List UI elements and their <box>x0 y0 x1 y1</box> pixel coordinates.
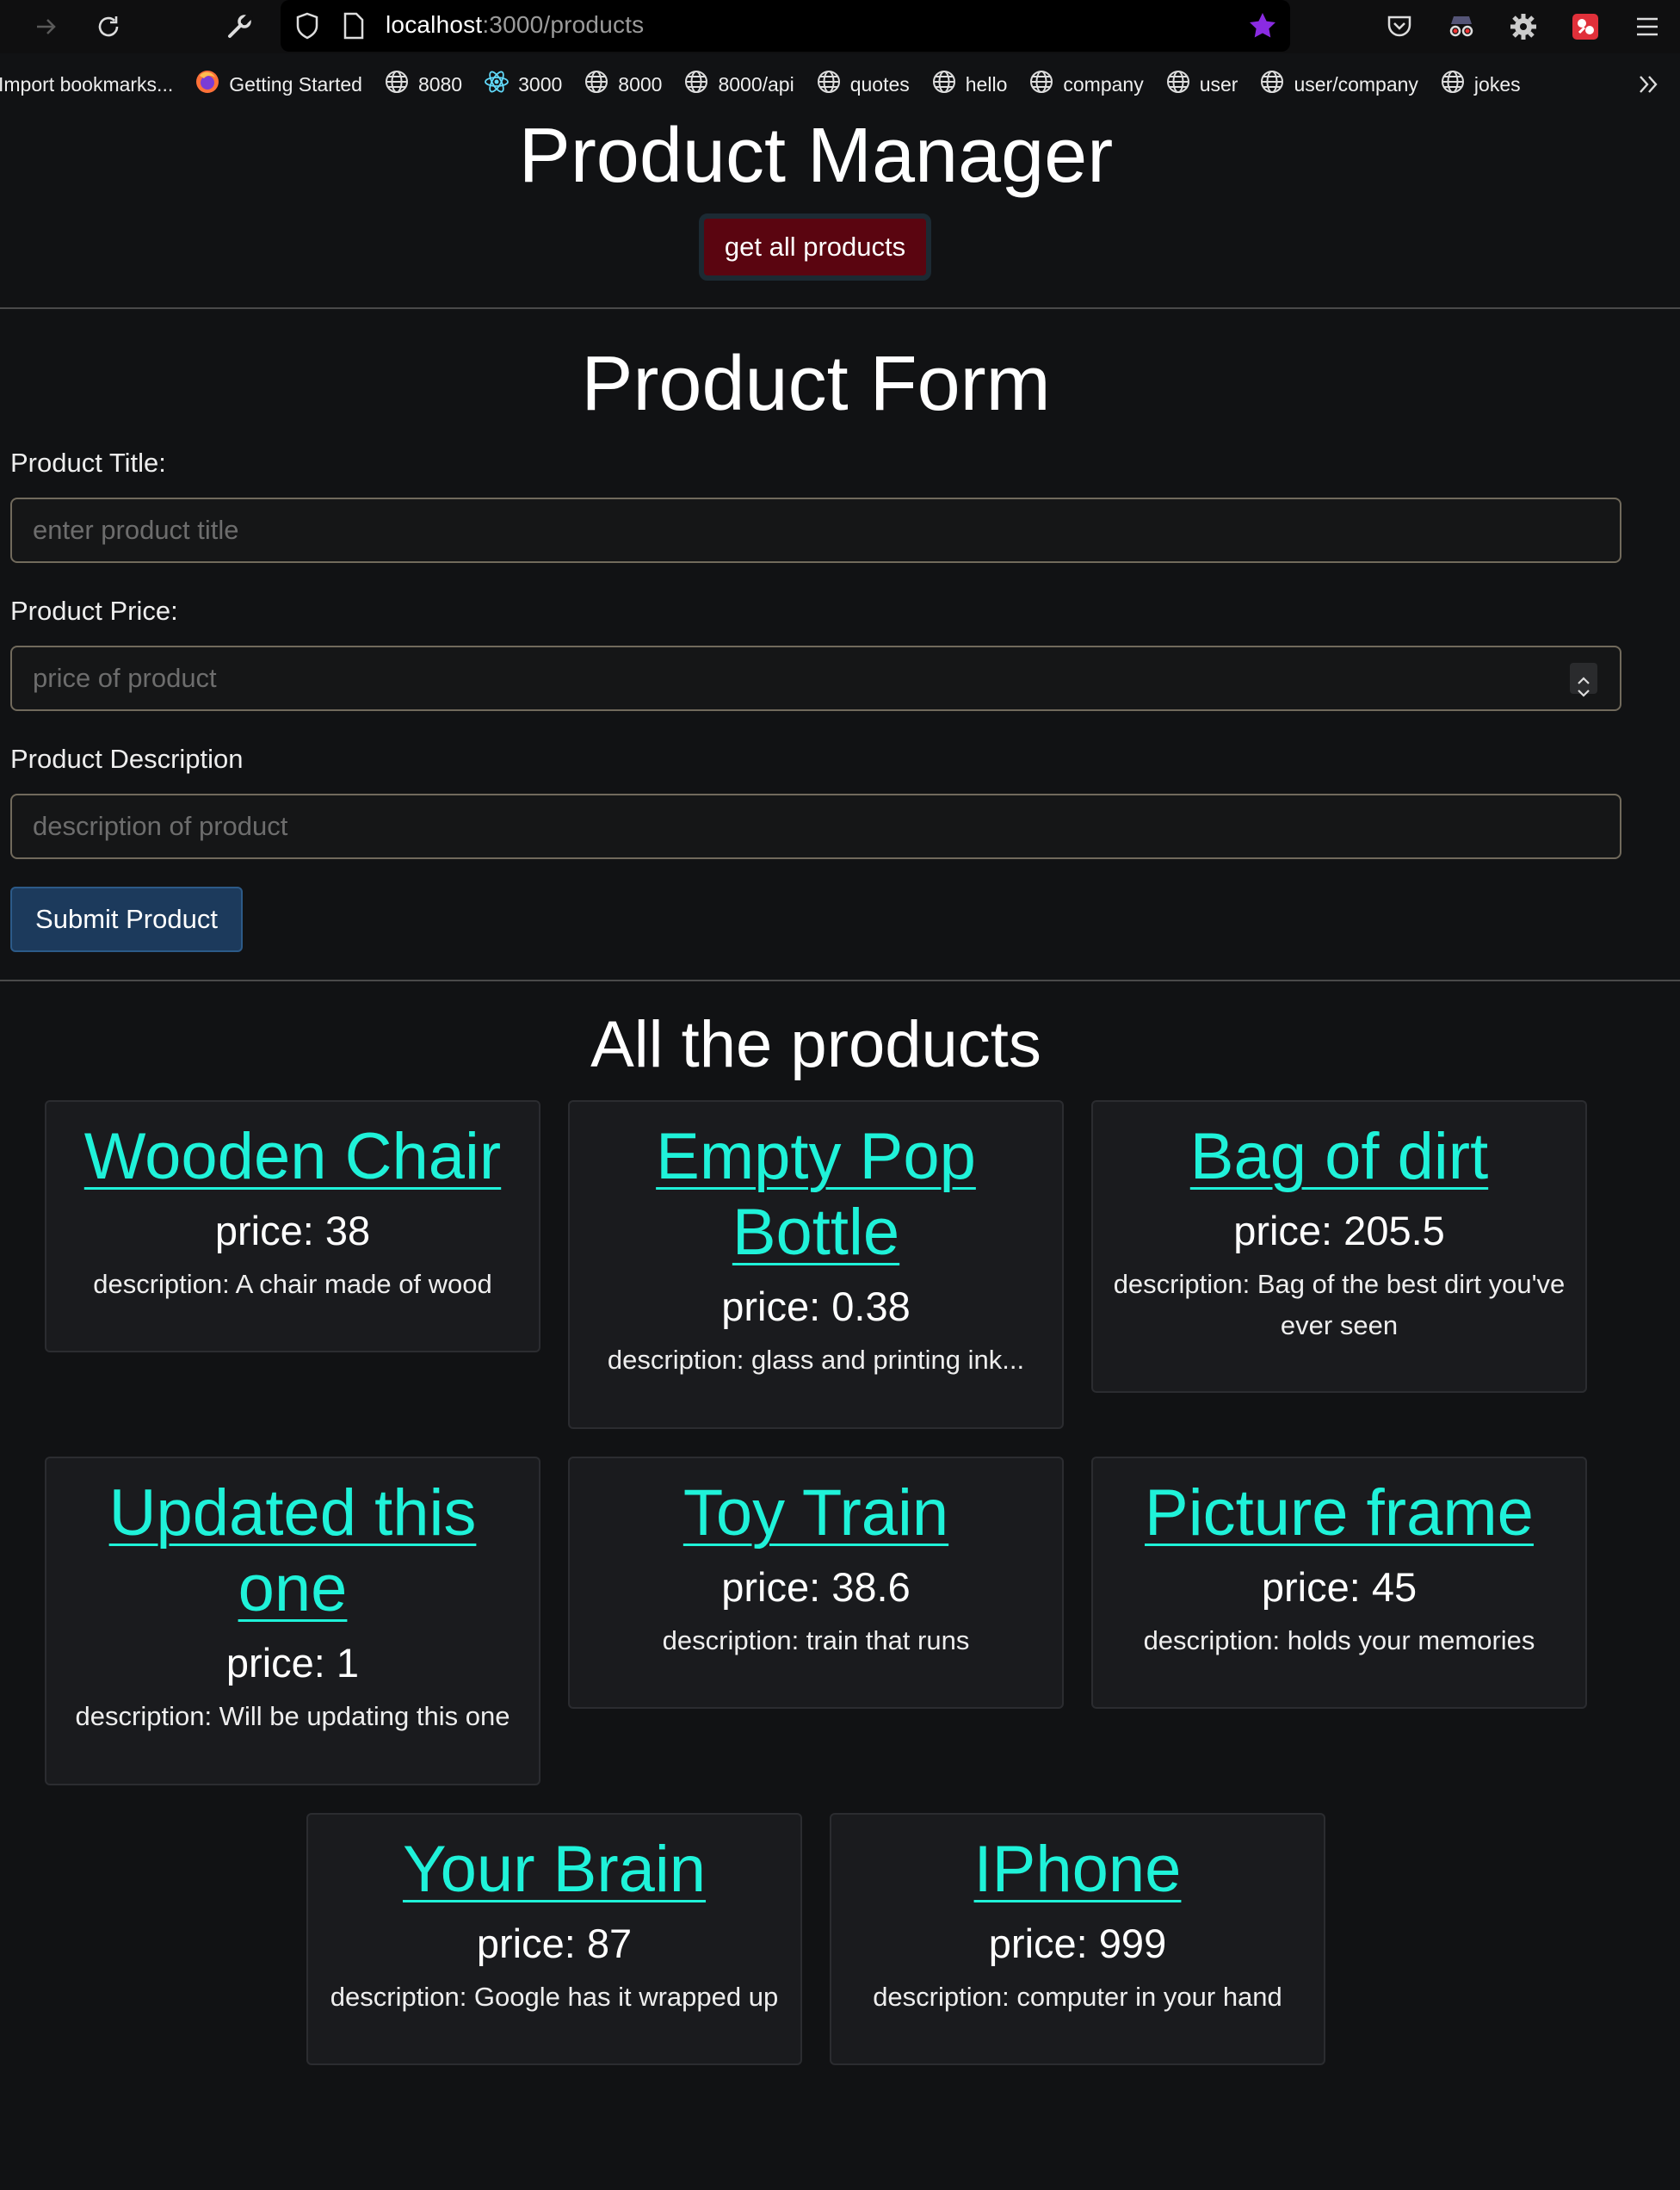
bookmark-label: hello <box>965 72 1008 96</box>
globe-icon <box>816 69 842 100</box>
product-description: description: A chair made of wood <box>93 1269 492 1299</box>
bookmark-label: Import bookmarks... <box>0 72 174 96</box>
forward-icon[interactable] <box>29 9 64 44</box>
product-price-input[interactable]: price of product <box>10 646 1621 711</box>
product-name-link[interactable]: IPhone <box>849 1832 1306 1908</box>
product-description: description: Bag of the best dirt you've… <box>1113 1269 1566 1340</box>
price-placeholder: price of product <box>33 663 217 693</box>
bookmark-hello[interactable]: hello <box>931 69 1008 100</box>
product-name-link[interactable]: Picture frame <box>1110 1475 1568 1551</box>
bookmark-8000-api[interactable]: 8000/api <box>683 69 794 100</box>
wrench-icon[interactable] <box>222 9 256 44</box>
gear-icon[interactable] <box>1506 9 1541 44</box>
divider <box>0 307 1680 309</box>
bookmark-label: 3000 <box>518 72 563 96</box>
product-description: description: glass and printing ink... <box>607 1345 1025 1375</box>
form-title: Product Form <box>581 341 1051 427</box>
divider <box>0 980 1680 981</box>
url-bar[interactable]: localhost:3000/products <box>281 0 1290 52</box>
bookmark-user[interactable]: user <box>1165 69 1238 100</box>
bookmark-label: user/company <box>1294 72 1418 96</box>
product-name-link[interactable]: Bag of dirt <box>1110 1119 1568 1195</box>
product-description: description: computer in your hand <box>873 1982 1282 2012</box>
chevron-overflow-icon[interactable] <box>1637 72 1661 102</box>
globe-icon <box>1259 69 1285 100</box>
product-name-link[interactable]: Empty Pop Bottle <box>587 1119 1045 1271</box>
product-description: description: Will be updating this one <box>75 1701 510 1731</box>
pocket-icon[interactable] <box>1382 9 1417 44</box>
bookmark-label: quotes <box>849 72 910 96</box>
globe-icon <box>1440 69 1466 100</box>
bookmark-getting-started[interactable]: Getting Started <box>195 69 362 100</box>
product-name-link[interactable]: Toy Train <box>587 1475 1045 1551</box>
product-name-link[interactable]: Wooden Chair <box>64 1119 522 1195</box>
bookmark-label: company <box>1063 72 1144 96</box>
browser-toolbar: localhost:3000/products <box>0 0 1680 53</box>
product-name-link[interactable]: Updated this one <box>64 1475 522 1627</box>
react-icon <box>484 69 510 100</box>
globe-icon <box>683 69 709 100</box>
product-card: Updated this one price: 1 description: W… <box>45 1457 540 1785</box>
url-text: localhost:3000/products <box>386 11 645 38</box>
product-price: price: 87 <box>476 1921 633 1966</box>
bookmark-label: user <box>1199 72 1238 96</box>
product-name-link[interactable]: Your Brain <box>325 1832 783 1908</box>
product-price: price: 1 <box>225 1640 360 1686</box>
product-description-input[interactable]: description of product <box>10 794 1621 859</box>
firefox-icon <box>195 69 220 100</box>
bookmark-3000[interactable]: 3000 <box>484 69 562 100</box>
bookmark-user-company[interactable]: user/company <box>1259 69 1418 100</box>
incognito-extension-icon[interactable] <box>1444 9 1479 44</box>
bookmarks-bar: Import bookmarks... Getting Started 8080… <box>0 60 1680 108</box>
globe-icon <box>384 69 410 100</box>
products-title: All the products <box>590 1008 1041 1081</box>
globe-icon <box>1165 69 1191 100</box>
product-title-input[interactable]: enter product title <box>10 498 1621 563</box>
product-title-label: Product Title: <box>10 448 166 478</box>
menu-icon[interactable] <box>1630 9 1665 44</box>
bookmark-8080[interactable]: 8080 <box>384 69 462 100</box>
product-card: Picture frame price: 45 description: hol… <box>1091 1457 1587 1709</box>
submit-product-button[interactable]: Submit Product <box>10 887 243 952</box>
bookmark-star-icon[interactable] <box>1247 10 1278 46</box>
product-card: Bag of dirt price: 205.5 description: Ba… <box>1091 1100 1587 1393</box>
page-title: Product Manager <box>518 113 1114 199</box>
bookmark-8000[interactable]: 8000 <box>584 69 662 100</box>
reload-icon[interactable] <box>91 9 126 44</box>
page-icon <box>343 12 365 44</box>
shield-icon[interactable] <box>294 11 320 45</box>
product-price: price: 38 <box>214 1208 371 1253</box>
globe-icon <box>584 69 609 100</box>
product-description: description: Google has it wrapped up <box>330 1982 779 2012</box>
bookmark-label: 8000 <box>618 72 663 96</box>
bookmark-label: 8080 <box>417 72 463 96</box>
product-price: price: 0.38 <box>721 1284 911 1329</box>
bookmark-label: Getting Started <box>229 72 362 96</box>
get-all-products-button[interactable]: get all products <box>699 213 931 281</box>
bookmark-label: jokes <box>1473 72 1521 96</box>
product-card: Empty Pop Bottle price: 0.38 description… <box>568 1100 1064 1429</box>
product-price: price: 38.6 <box>721 1564 911 1610</box>
globe-icon <box>931 69 957 100</box>
product-price: price: 45 <box>1261 1564 1418 1610</box>
product-card: Toy Train price: 38.6 description: train… <box>568 1457 1064 1709</box>
product-card: IPhone price: 999 description: computer … <box>830 1813 1325 2065</box>
product-description: description: holds your memories <box>1143 1625 1535 1655</box>
product-description-label: Product Description <box>10 744 244 774</box>
bookmark-jokes[interactable]: jokes <box>1440 69 1521 100</box>
product-price-label: Product Price: <box>10 596 178 626</box>
extension-icon[interactable] <box>1568 9 1603 44</box>
product-price: price: 999 <box>988 1921 1167 1966</box>
bookmark-quotes[interactable]: quotes <box>816 69 910 100</box>
product-card: Your Brain price: 87 description: Google… <box>306 1813 802 2065</box>
globe-icon <box>1028 69 1054 100</box>
bookmark-import[interactable]: Import bookmarks... <box>0 73 173 96</box>
number-stepper[interactable] <box>1570 663 1597 697</box>
product-description: description: train that runs <box>662 1625 970 1655</box>
bookmark-label: 8000/api <box>718 72 794 96</box>
product-price: price: 205.5 <box>1233 1208 1445 1253</box>
bookmark-company[interactable]: company <box>1028 69 1144 100</box>
product-card: Wooden Chair price: 38 description: A ch… <box>45 1100 540 1352</box>
